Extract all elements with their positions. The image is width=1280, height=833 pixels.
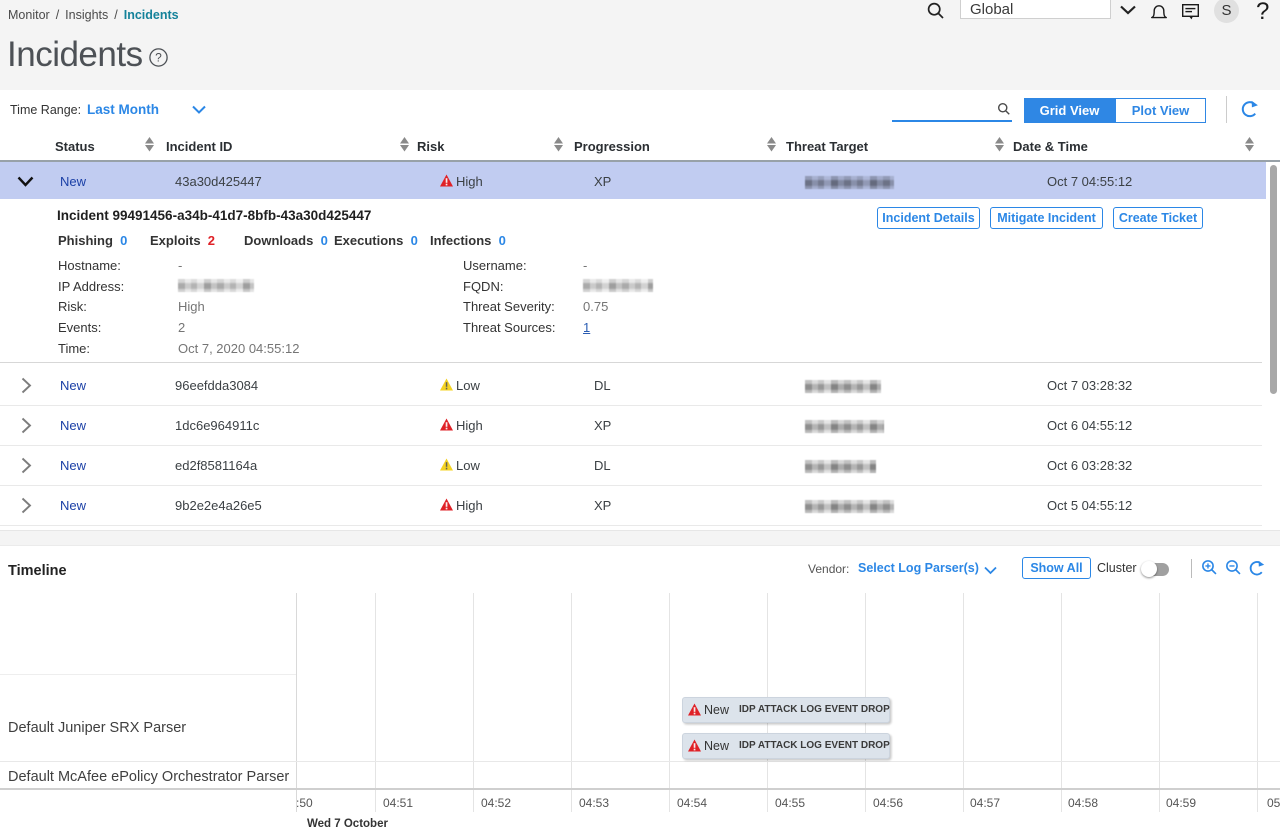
svg-text:?: ? <box>155 51 162 65</box>
